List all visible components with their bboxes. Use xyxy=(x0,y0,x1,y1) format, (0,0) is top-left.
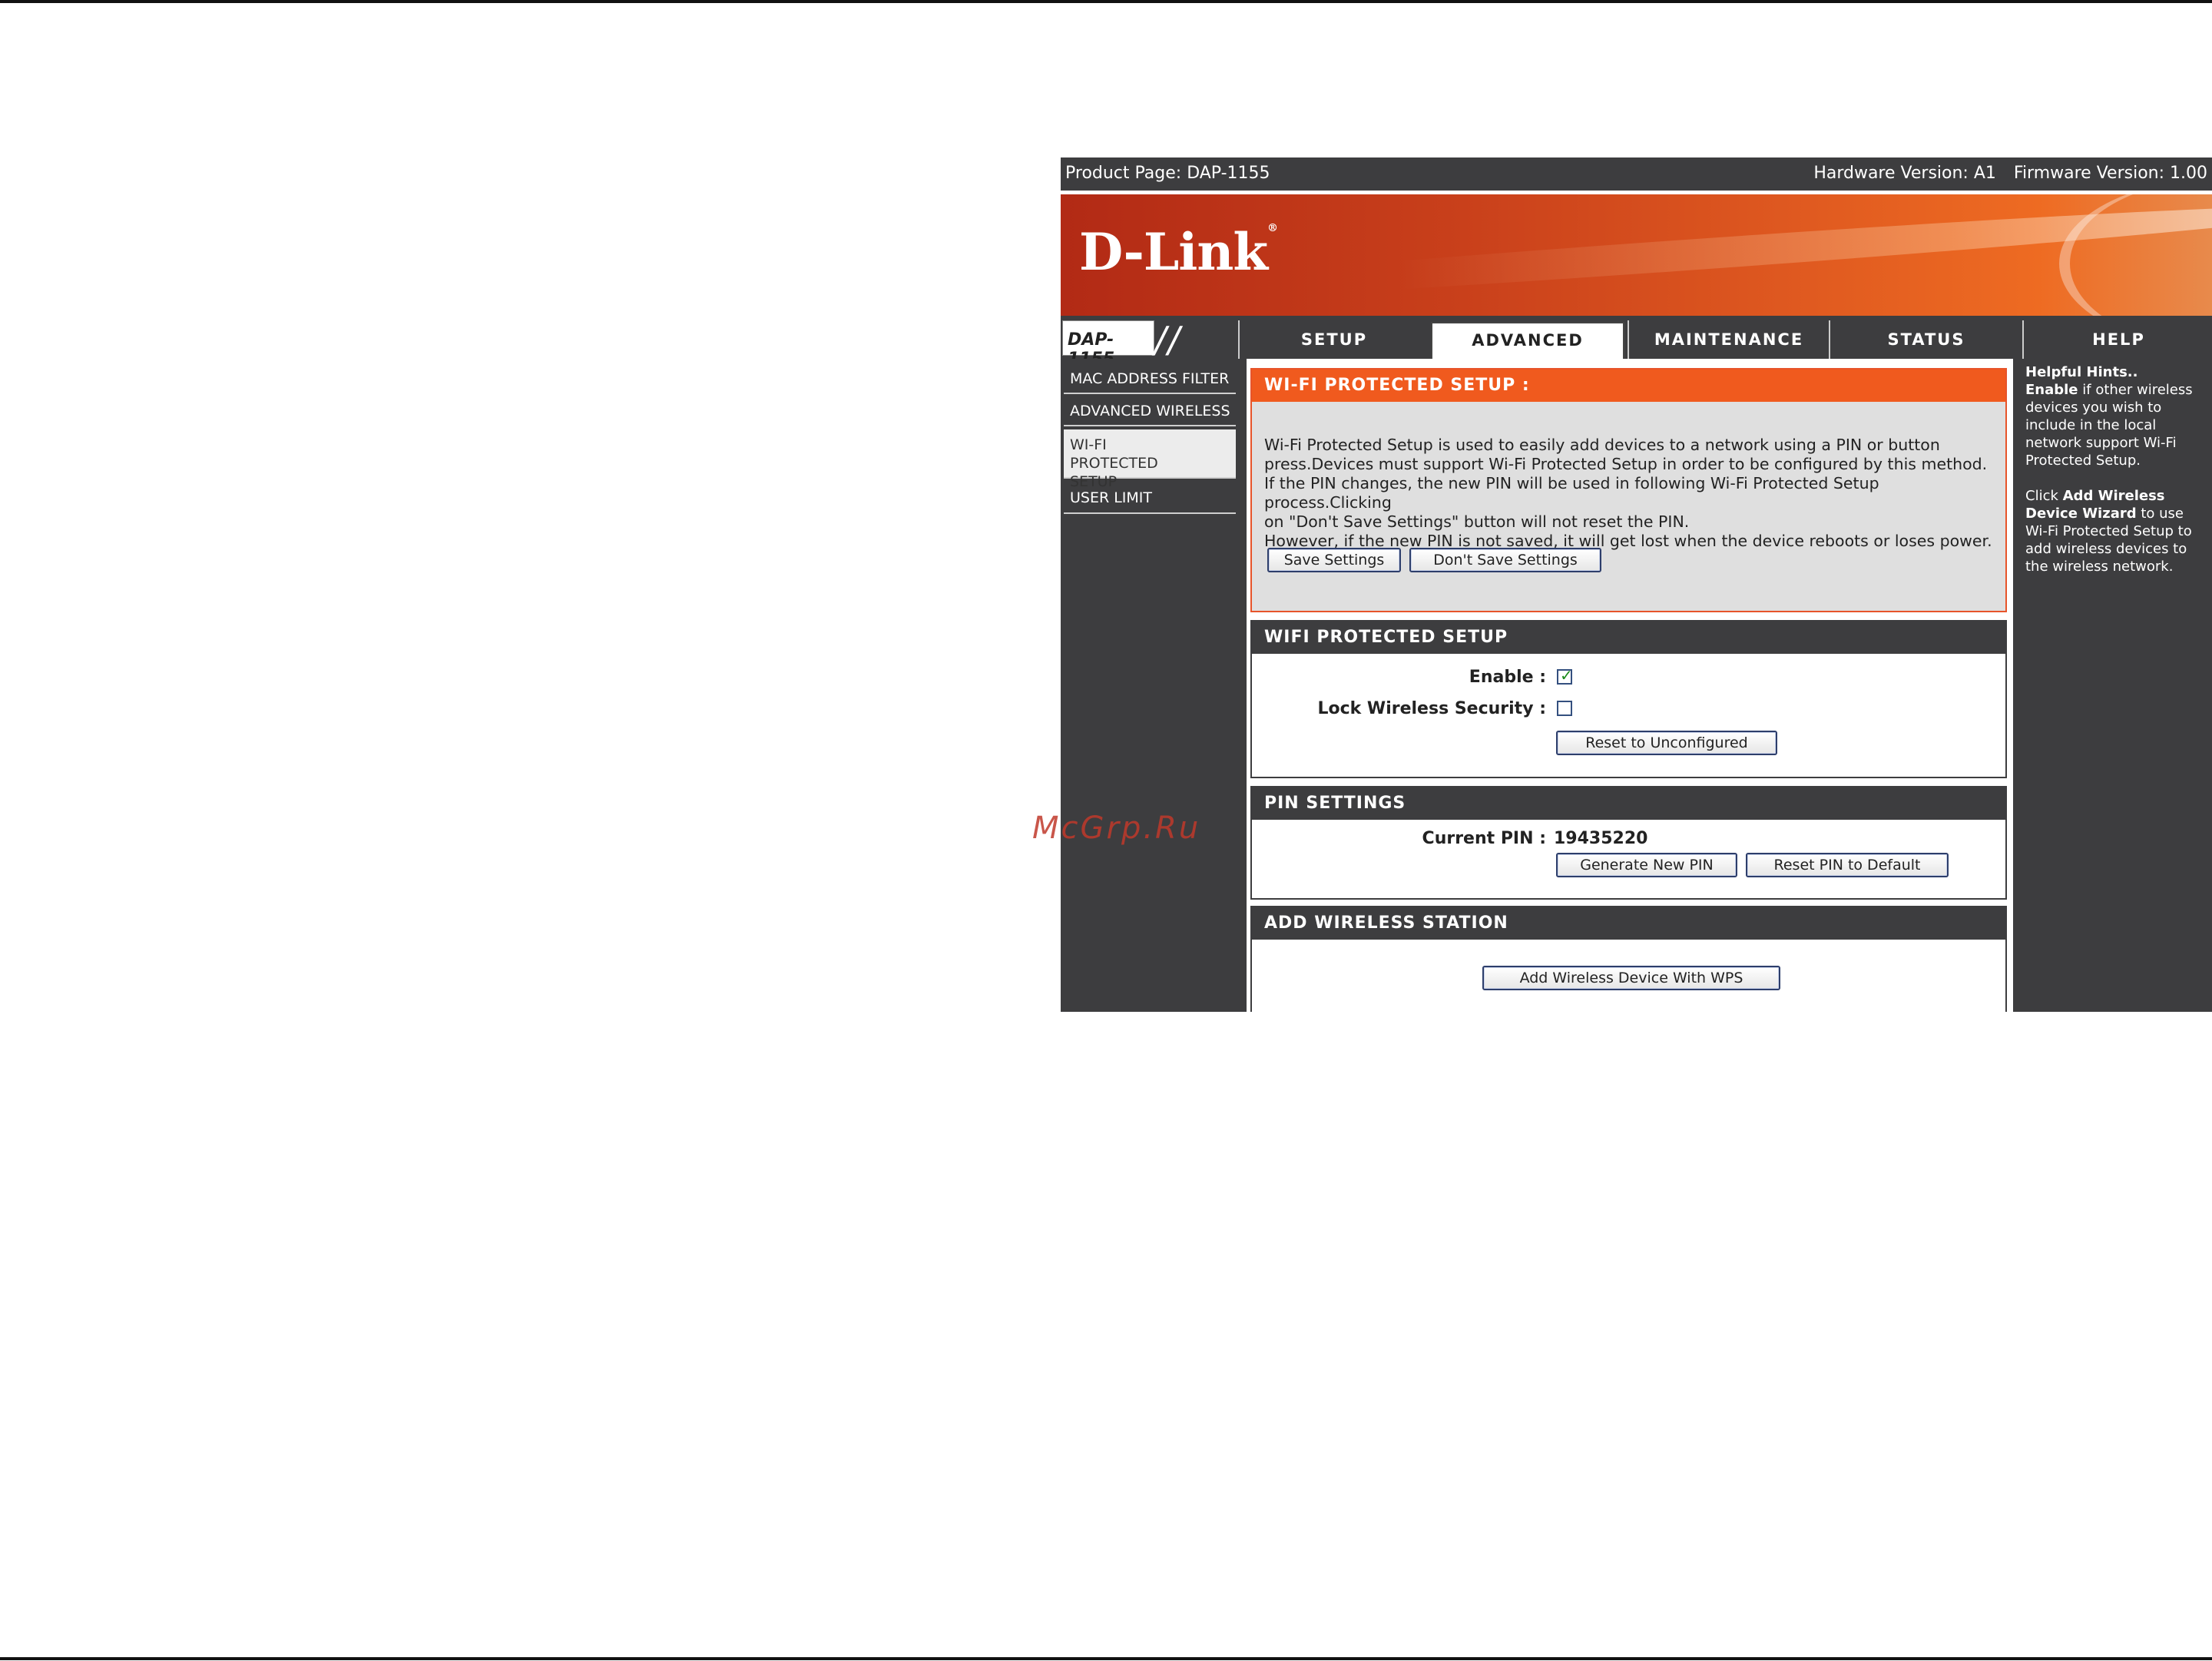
info-line: If the PIN changes, the new PIN will be … xyxy=(1264,474,1879,512)
reset-pin-to-default-button[interactable]: Reset PIN to Default xyxy=(1746,853,1949,877)
wps-settings-section: WIFI PROTECTED SETUP Enable : ✓ Lock Wir… xyxy=(1250,620,2007,778)
sidebar-item-wifi-protected-setup[interactable]: WI-FI PROTECTED SETUP xyxy=(1064,429,1236,490)
info-panel-title: WI-FI PROTECTED SETUP : xyxy=(1252,370,2005,402)
bottom-rule xyxy=(0,1657,2212,1660)
watermark: McGrp.Ru xyxy=(1032,811,1201,846)
wps-info-panel: WI-FI PROTECTED SETUP : Wi-Fi Protected … xyxy=(1250,368,2007,612)
banner-arc xyxy=(2059,194,2212,316)
help-heading: Helpful Hints.. xyxy=(2025,364,2138,380)
dont-save-settings-button[interactable]: Don't Save Settings xyxy=(1409,548,1601,572)
help-panel: Helpful Hints.. Enable if other wireless… xyxy=(2021,359,2212,1012)
main-content: WI-FI PROTECTED SETUP : Wi-Fi Protected … xyxy=(1247,359,2013,1012)
firmware-version: Firmware Version: 1.00 xyxy=(2013,164,2207,183)
enable-label: Enable : xyxy=(1469,668,1546,687)
router-admin-screenshot: Product Page: DAP-1155 Hardware Version:… xyxy=(1061,157,2212,1012)
lock-wireless-security-checkbox[interactable] xyxy=(1557,701,1572,716)
product-page-label: Product Page: DAP-1155 xyxy=(1065,164,1270,183)
dlink-logo: D-Link® xyxy=(1079,222,1278,282)
info-line: Wi-Fi Protected Setup is used to easily … xyxy=(1264,436,1940,454)
top-navigation: DAP-1155 // SETUP ADVANCED MAINTENANCE S… xyxy=(1061,316,2212,369)
station-section-title: ADD WIRELESS STATION xyxy=(1252,907,2005,940)
logo-text: D-Link xyxy=(1079,222,1268,282)
help-paragraph-enable: Enable if other wireless devices you wis… xyxy=(2025,381,2210,469)
brand-banner: D-Link® xyxy=(1061,194,2212,316)
add-wireless-station-section: ADD WIRELESS STATION Add Wireless Device… xyxy=(1250,906,2007,1012)
column-gutter xyxy=(1239,359,1247,1012)
slash-decoration-icon: // xyxy=(1154,319,1181,360)
info-line: press.Devices must support Wi-Fi Protect… xyxy=(1264,455,1988,473)
sidebar: MAC ADDRESS FILTER ADVANCED WIRELESS WI-… xyxy=(1061,359,1239,1012)
info-panel-text: Wi-Fi Protected Setup is used to easily … xyxy=(1264,436,2002,551)
help-text: Click xyxy=(2025,488,2063,504)
tab-help[interactable]: HELP xyxy=(2022,320,2212,359)
help-paragraph-wizard: Click Add Wireless Device Wizard to use … xyxy=(2025,487,2210,575)
checkmark-icon: ✓ xyxy=(1560,666,1573,685)
tab-status[interactable]: STATUS xyxy=(1829,320,2022,359)
pin-section-title: PIN SETTINGS xyxy=(1252,787,2005,820)
product-bar: Product Page: DAP-1155 Hardware Version:… xyxy=(1061,157,2212,191)
tab-setup[interactable]: SETUP xyxy=(1238,320,1429,359)
version-info: Hardware Version: A1 Firmware Version: 1… xyxy=(1801,164,2207,183)
top-rule xyxy=(0,0,2212,3)
pin-settings-section: PIN SETTINGS Current PIN : 19435220 Gene… xyxy=(1250,786,2007,900)
model-badge: DAP-1155 xyxy=(1062,320,1154,369)
reset-to-unconfigured-button[interactable]: Reset to Unconfigured xyxy=(1556,731,1777,755)
current-pin-label: Current PIN : xyxy=(1422,829,1546,848)
tab-maintenance[interactable]: MAINTENANCE xyxy=(1628,320,1829,359)
sidebar-item-advanced-wireless[interactable]: ADVANCED WIRELESS xyxy=(1064,397,1236,426)
column-gutter xyxy=(2013,359,2021,1012)
lock-wireless-security-label: Lock Wireless Security : xyxy=(1317,699,1546,718)
sidebar-item-user-limit[interactable]: USER LIMIT xyxy=(1064,483,1236,514)
save-settings-button[interactable]: Save Settings xyxy=(1267,548,1401,572)
help-keyword: Enable xyxy=(2025,382,2078,398)
sidebar-item-mac-address-filter[interactable]: MAC ADDRESS FILTER xyxy=(1064,365,1236,394)
info-line: on "Don't Save Settings" button will not… xyxy=(1264,512,1690,531)
add-wireless-device-with-wps-button[interactable]: Add Wireless Device With WPS xyxy=(1482,966,1780,990)
hardware-version: Hardware Version: A1 xyxy=(1813,164,1996,183)
generate-new-pin-button[interactable]: Generate New PIN xyxy=(1556,853,1737,877)
current-pin-value: 19435220 xyxy=(1554,829,1648,848)
enable-checkbox[interactable]: ✓ xyxy=(1557,666,1573,685)
registered-mark-icon: ® xyxy=(1267,222,1278,234)
help-content: Helpful Hints.. Enable if other wireless… xyxy=(2025,363,2210,575)
wps-section-title: WIFI PROTECTED SETUP xyxy=(1252,622,2005,654)
tab-advanced[interactable]: ADVANCED xyxy=(1431,322,1624,360)
